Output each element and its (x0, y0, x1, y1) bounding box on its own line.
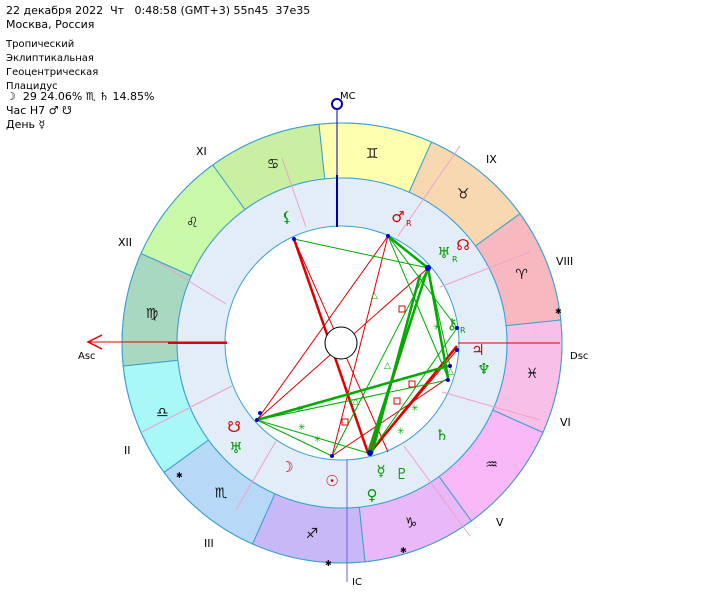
uranus-retrograde-label: R (452, 255, 458, 264)
dsc-label: Dsc (570, 351, 588, 362)
house-label-ii: II (124, 444, 131, 457)
svg-text:△: △ (447, 367, 454, 377)
svg-text:△: △ (384, 361, 391, 371)
svg-text:✳: ✳ (298, 423, 306, 433)
capricorn-sign-icon: ♑ (405, 516, 418, 532)
moon-icon: ☽ (280, 458, 293, 476)
uranus-icon: ♅ (437, 244, 450, 262)
house-label-ix: IX (486, 153, 497, 166)
aries-sign-icon: ♈ (515, 267, 528, 283)
gemini-sign-icon: ♊ (366, 146, 379, 162)
taurus-sign-icon: ♉ (457, 186, 470, 202)
neptune-icon: ♆ (477, 360, 490, 378)
svg-text:✱: ✱ (400, 546, 407, 555)
svg-text:✳: ✳ (411, 404, 419, 414)
north-node-icon: ☊ (456, 236, 469, 254)
saturn-icon: ♄ (435, 426, 448, 444)
asc-label: Asc (78, 351, 96, 362)
chiron-icon: ⚷ (447, 315, 458, 333)
aquarius-sign-icon: ♒ (485, 457, 498, 473)
house-label-vi: VI (560, 416, 571, 429)
mc-label: MC (340, 91, 356, 102)
svg-text:✳: ✳ (314, 435, 322, 445)
lilith-icon: ⚸ (282, 208, 293, 226)
house-label-xii: XII (118, 236, 132, 249)
ic-label: IC (352, 577, 362, 588)
mercury-icon: ☿ (376, 462, 385, 480)
sagittarius-sign-icon: ♐ (306, 526, 319, 542)
pisces-sign-icon: ♓ (526, 366, 539, 382)
uranus-pf-icon: ♅ (229, 439, 242, 457)
svg-text:✱: ✱ (176, 471, 183, 480)
svg-text:✱: ✱ (325, 559, 332, 568)
mars-icon: ♂ (391, 208, 404, 226)
mars-retrograde-label: R (406, 219, 412, 228)
scorpio-sign-icon: ♏ (215, 486, 228, 502)
natal-chart-wheel: ♋♊♉♈♓♒♑♐♏♎♍♌ XI XII II III V VI VIII IX … (78, 91, 588, 588)
jupiter-icon: ♃ (471, 341, 484, 359)
libra-sign-icon: ♎ (156, 405, 169, 421)
svg-text:△: △ (371, 291, 378, 301)
house-label-xi: XI (196, 145, 207, 158)
sun-icon: ☉ (325, 472, 338, 490)
house-label-v: V (496, 516, 504, 529)
virgo-sign-icon: ♍ (146, 306, 159, 322)
center-circle (324, 326, 358, 360)
chiron-retrograde-label: R (460, 326, 466, 335)
svg-text:✳: ✳ (397, 427, 405, 437)
house-label-viii: VIII (556, 255, 573, 268)
south-node-icon: ☋ (227, 418, 240, 436)
pluto-icon: ♇ (395, 465, 408, 483)
house-label-iii: III (204, 537, 214, 550)
svg-text:✳: ✳ (296, 405, 304, 415)
cancer-sign-icon: ♋ (267, 156, 280, 172)
svg-text:✳: ✳ (433, 323, 441, 333)
venus-icon: ♀ (367, 486, 378, 504)
leo-sign-icon: ♌ (186, 215, 199, 231)
svg-text:△: △ (352, 397, 359, 407)
svg-text:✱: ✱ (555, 307, 562, 316)
